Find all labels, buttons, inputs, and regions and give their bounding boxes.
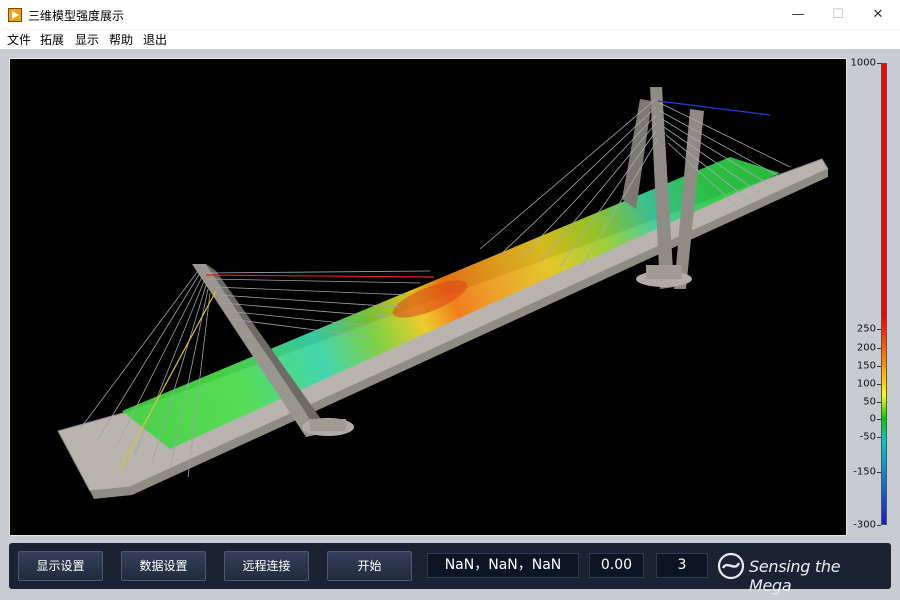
- legend-tick: [877, 329, 881, 330]
- legend-tick: [877, 366, 881, 367]
- legend-label: -50: [859, 431, 876, 443]
- left-pier: [310, 419, 346, 431]
- strength-legend: 1000 250 200 150 100 50 0 -50 -150 -300: [848, 58, 894, 536]
- legend-tick: [877, 419, 881, 420]
- value-readout: 0.00: [589, 553, 644, 578]
- legend-label: 150: [856, 360, 876, 372]
- legend-tick: [877, 348, 881, 349]
- legend-tick: [877, 525, 881, 526]
- minimize-button[interactable]: —: [776, 0, 820, 30]
- legend-tick: [877, 402, 881, 403]
- menu-help[interactable]: 帮助: [109, 31, 133, 48]
- menu-bar: 文件 拓展 显示 帮助 退出: [0, 30, 900, 48]
- menu-display[interactable]: 显示: [75, 31, 99, 48]
- window-title: 三维模型强度展示: [28, 9, 125, 23]
- main-panel: 1000 250 200 150 100 50 0 -50 -150 -300 …: [0, 49, 900, 600]
- legend-tick: [877, 63, 881, 64]
- legend-label: 100: [856, 378, 876, 390]
- coordinates-readout: NaN，NaN，NaN: [427, 553, 579, 578]
- menu-file[interactable]: 文件: [7, 31, 31, 48]
- 3d-viewport[interactable]: [9, 58, 847, 536]
- display-settings-button[interactable]: 显示设置: [18, 551, 103, 581]
- count-readout: 3: [656, 553, 708, 578]
- legend-label: 1000: [850, 57, 876, 69]
- right-pier: [646, 265, 682, 279]
- start-button[interactable]: 开始: [327, 551, 412, 581]
- legend-label: 0: [869, 413, 876, 425]
- brand: Sensing the Mega: [717, 551, 887, 595]
- menu-exit[interactable]: 退出: [143, 31, 167, 48]
- legend-label: -150: [853, 466, 876, 478]
- close-button[interactable]: ✕: [856, 0, 900, 30]
- app-icon: [8, 8, 22, 22]
- bottom-toolbar: 显示设置 数据设置 远程连接 开始 NaN，NaN，NaN 0.00 3 Sen…: [9, 543, 891, 595]
- legend-tick: [877, 437, 881, 438]
- maximize-button[interactable]: ☐: [816, 0, 860, 30]
- legend-label: 50: [863, 396, 876, 408]
- hot-cable: [205, 274, 435, 278]
- brand-name: Sensing the Mega: [749, 557, 841, 595]
- remote-connect-button[interactable]: 远程连接: [224, 551, 309, 581]
- legend-label: -300: [853, 519, 876, 531]
- title-bar: 三维模型强度展示 — ☐ ✕: [0, 0, 900, 30]
- legend-tick: [877, 472, 881, 473]
- menu-extend[interactable]: 拓展: [40, 31, 64, 48]
- legend-label: 200: [856, 342, 876, 354]
- legend-tick: [877, 384, 881, 385]
- legend-color-bar: [881, 63, 887, 525]
- bridge-model: [57, 87, 829, 499]
- blue-cable: [657, 100, 771, 116]
- legend-label: 250: [856, 323, 876, 335]
- data-settings-button[interactable]: 数据设置: [121, 551, 206, 581]
- brand-logo-icon: [717, 552, 745, 580]
